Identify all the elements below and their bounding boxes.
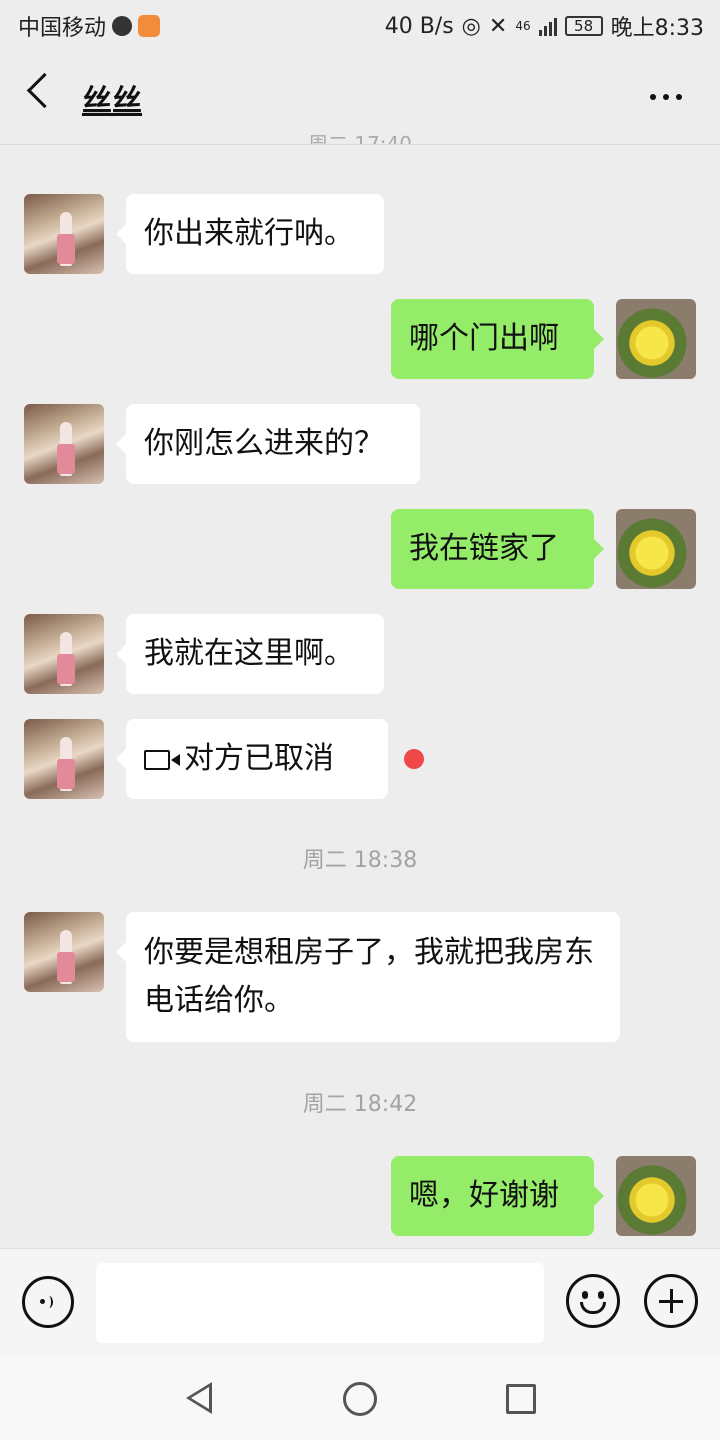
nav-recent-apps-icon[interactable] [506,1384,536,1414]
timestamp: 周二 18:38 [302,848,418,873]
message-bubble-outgoing[interactable]: 嗯，好谢谢 [391,1156,604,1236]
plus-icon[interactable] [644,1274,698,1328]
hd-voice-icon [112,16,133,36]
timestamp: 周二 18:42 [302,1092,418,1117]
my-avatar[interactable] [616,1156,696,1236]
contact-avatar[interactable] [24,404,104,484]
chevron-left-icon[interactable] [26,72,63,109]
message-input[interactable] [96,1263,544,1343]
message-bubble-incoming[interactable]: 我就在这里啊。 [116,614,384,694]
hotspot-icon: ◎ [461,13,481,39]
emoji-icon[interactable] [566,1274,620,1328]
video-camera-icon [144,749,180,770]
video-call-status: 对方已取消 [184,741,334,776]
mute-icon: ✕ [488,13,508,39]
more-dots-icon[interactable] [650,94,682,100]
video-call-bubble[interactable]: 对方已取消 [116,719,388,799]
contact-avatar[interactable] [24,912,104,992]
message-bubble-incoming[interactable]: 你要是想租房子了，我就把我房东电话给你。 [116,912,620,1042]
system-nav-bar [0,1358,720,1440]
nav-back-icon[interactable] [186,1382,212,1414]
message-bubble-outgoing[interactable]: 哪个门出啊 [391,299,604,379]
chat-title[interactable]: 丝丝 [82,76,142,120]
carrier-label: 中国移动 [18,16,107,41]
app-notification-icon [138,15,161,37]
network-type: 46 [515,19,531,33]
battery-icon: 58 [564,16,603,36]
my-avatar[interactable] [616,299,696,379]
clock: 晚上8:33 [610,16,704,41]
contact-avatar[interactable] [24,194,104,274]
voice-input-icon[interactable] [22,1276,74,1328]
contact-avatar[interactable] [24,719,104,799]
message-bubble-outgoing[interactable]: 我在链家了 [391,509,604,589]
network-speed: 40 B/s [384,13,454,39]
input-bar [0,1248,720,1359]
signal-icon [538,16,557,36]
timestamp-partial: 周二 17:40 [308,132,412,144]
unread-dot-icon [404,749,424,769]
my-avatar[interactable] [616,509,696,589]
status-bar: 中国移动 40 B/s ◎ ✕ 46 58 晚上8:33 [0,0,720,50]
message-bubble-incoming[interactable]: 你出来就行呐。 [116,194,384,274]
contact-avatar[interactable] [24,614,104,694]
nav-home-icon[interactable] [343,1382,377,1416]
message-bubble-incoming[interactable]: 你刚怎么进来的？ [116,404,420,484]
